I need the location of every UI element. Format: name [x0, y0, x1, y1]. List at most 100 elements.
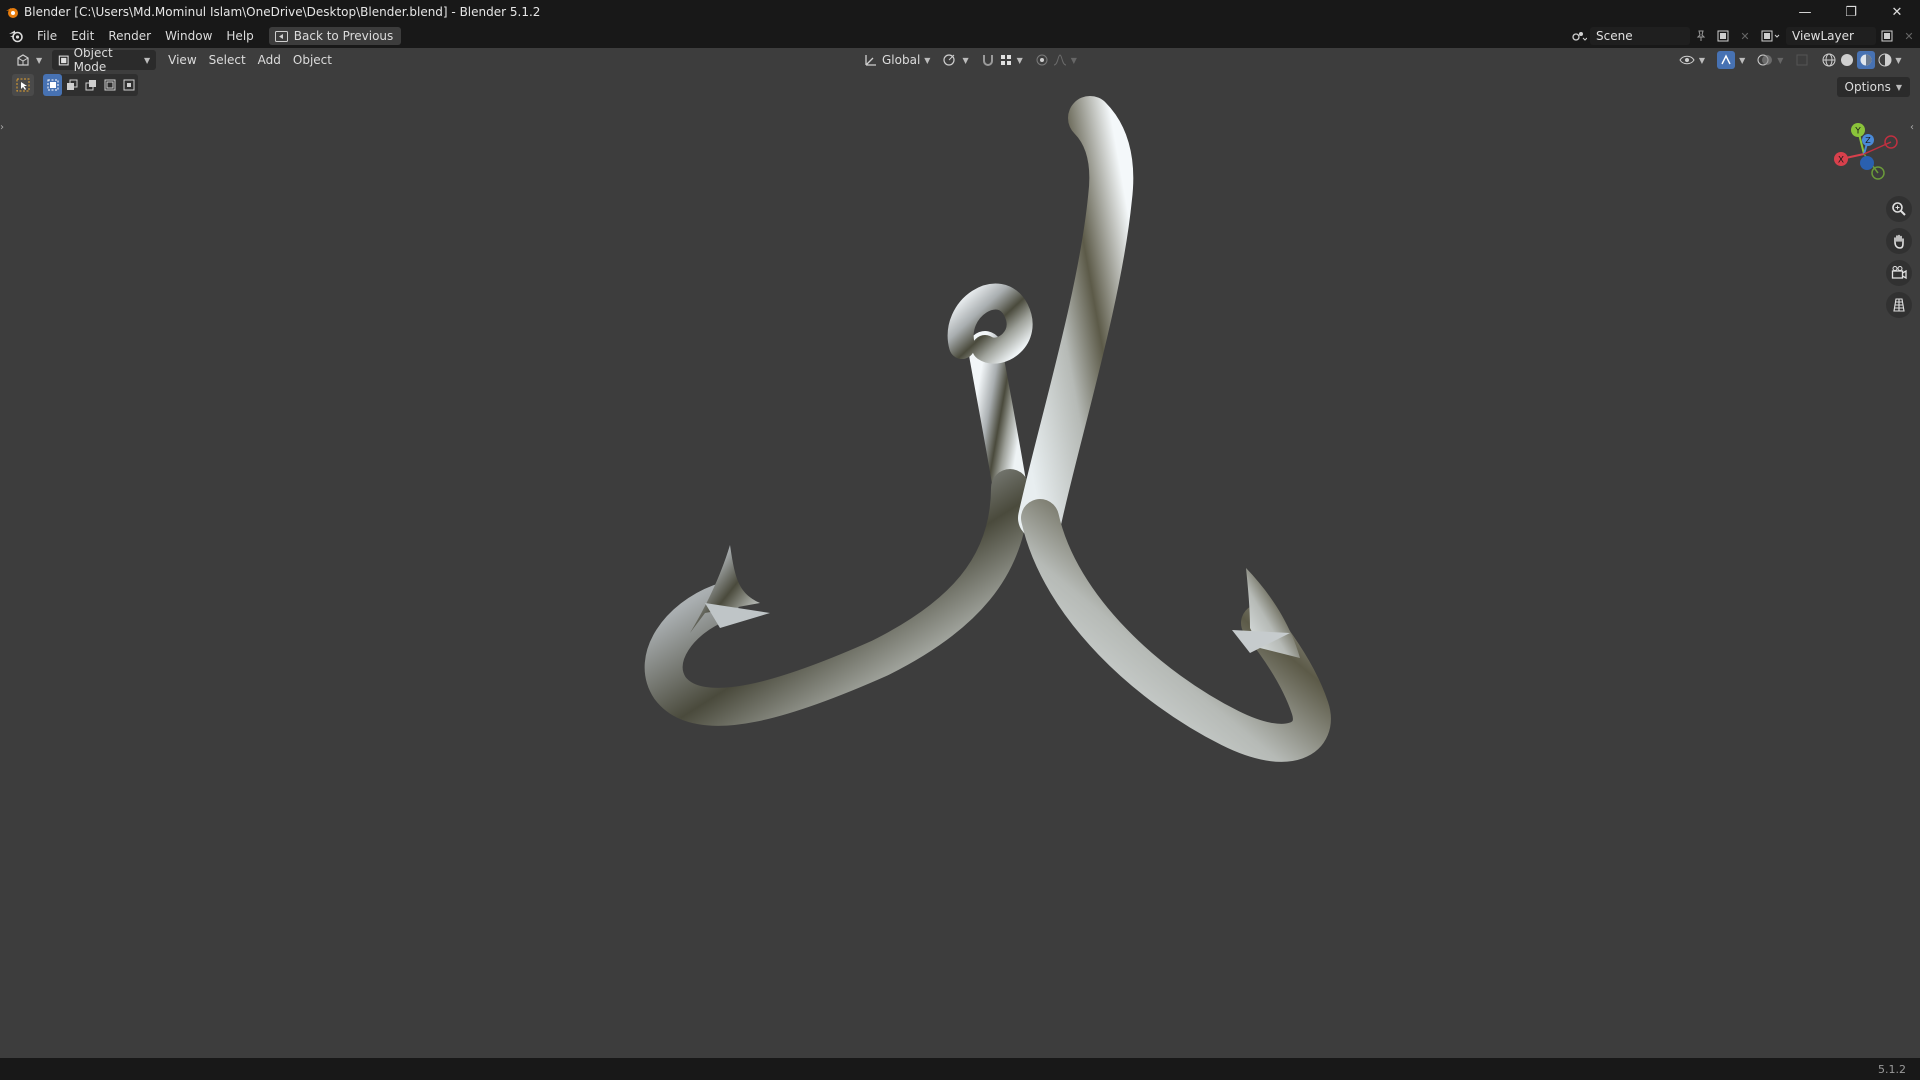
version-label: 5.1.2 [1878, 1062, 1906, 1076]
tool-settings-row [12, 74, 138, 96]
new-scene-icon[interactable] [1712, 27, 1734, 45]
chevron-down-icon: ▼ [1070, 55, 1077, 65]
chevron-down-icon: ▼ [1895, 82, 1902, 92]
zoom-button[interactable] [1886, 196, 1912, 222]
select-invert-icon[interactable] [100, 74, 119, 96]
scene-name: Scene [1596, 29, 1633, 43]
scene-selector-group: Scene ✕ ViewLayer ✕ [1568, 24, 1920, 48]
menu-object[interactable]: Object [287, 50, 338, 70]
view-layer-browse-icon[interactable] [1756, 27, 1786, 45]
maximize-button[interactable]: ❐ [1828, 0, 1874, 24]
menu-select[interactable]: Select [203, 50, 252, 70]
chevron-down-icon: ▼ [924, 55, 931, 65]
3d-viewport[interactable]: ▼ Object Mode ▼ View Select Add Object G… [0, 48, 1920, 1058]
rendered-shading-icon[interactable] [1877, 52, 1893, 68]
material-preview-shading-icon[interactable] [1857, 51, 1876, 69]
gizmo-z-label: Z [1865, 136, 1871, 145]
menu-add[interactable]: Add [252, 50, 287, 70]
object-mode-label: Object Mode [73, 48, 113, 74]
sidebar-toggle-icon[interactable]: ‹ [1910, 122, 1920, 138]
solid-shading-icon[interactable] [1839, 52, 1855, 68]
chevron-down-icon: ▼ [962, 55, 969, 65]
visibility-dropdown[interactable]: ▼ [1673, 50, 1711, 70]
shading-modes: ▼ [1815, 50, 1907, 70]
snap-toggle[interactable]: ▼ [975, 50, 1029, 70]
menu-file[interactable]: File [30, 24, 64, 48]
camera-icon [1891, 266, 1907, 280]
scene-name-field[interactable]: Scene [1590, 27, 1690, 45]
pivot-point-dropdown[interactable]: ▼ [936, 50, 974, 70]
navigation-gizmo[interactable]: Y X Z [1824, 112, 1906, 194]
scene-browse-icon[interactable] [1568, 27, 1590, 45]
close-button[interactable]: ✕ [1874, 0, 1920, 24]
grid-icon [1893, 298, 1905, 312]
wireframe-shading-icon[interactable] [1821, 52, 1837, 68]
select-subtract-icon[interactable] [81, 74, 100, 96]
chevron-down-icon: ▼ [1895, 55, 1902, 65]
overlays-toggle[interactable]: ▼ [1751, 50, 1789, 70]
xray-toggle[interactable] [1789, 50, 1815, 70]
snap-increment-icon [1000, 55, 1011, 65]
options-dropdown[interactable]: Options ▼ [1836, 77, 1910, 97]
editor-type-button[interactable]: ▼ [10, 50, 48, 70]
chevron-down-icon: ▼ [1698, 55, 1706, 65]
gizmo-x-label: X [1838, 156, 1844, 166]
left-hook-eye [947, 283, 1033, 364]
new-view-layer-icon[interactable] [1876, 27, 1898, 45]
gizmo-toggle[interactable]: ▼ [1711, 50, 1751, 70]
window-controls: — ❐ ✕ [1782, 0, 1920, 24]
object-mode-dropdown[interactable]: Object Mode ▼ [52, 48, 157, 74]
menu-help[interactable]: Help [219, 24, 260, 48]
chevron-down-icon: ▼ [1016, 55, 1023, 65]
back-to-previous-button[interactable]: Back to Previous [268, 27, 402, 45]
object-mode-icon [58, 55, 69, 65]
delete-view-layer-icon[interactable]: ✕ [1898, 27, 1920, 45]
select-new-icon[interactable] [43, 74, 62, 96]
menu-window[interactable]: Window [158, 24, 219, 48]
perspective-toggle-button[interactable] [1886, 292, 1912, 318]
view-layer-field[interactable]: ViewLayer [1786, 27, 1876, 45]
select-extend-icon[interactable] [62, 74, 81, 96]
menu-view[interactable]: View [162, 50, 202, 70]
editor-type-icon [17, 54, 29, 66]
gizmo-icon [1717, 51, 1736, 69]
transform-orientation-dropdown[interactable]: Global ▼ [858, 50, 936, 70]
hand-icon [1894, 234, 1904, 249]
right-hook-shank [1018, 96, 1134, 540]
blender-app-icon [0, 0, 24, 24]
falloff-curve-icon [1053, 54, 1066, 66]
left-hook-shank [968, 331, 1027, 505]
select-tool-button[interactable] [12, 74, 34, 96]
camera-view-button[interactable] [1886, 260, 1912, 286]
top-bar: File Edit Render Window Help Back to Pre… [0, 24, 1920, 48]
pivot-point-icon [943, 54, 956, 66]
chevron-down-icon: ▼ [36, 55, 43, 65]
cursor-select-icon [16, 78, 30, 92]
options-label: Options [1844, 80, 1891, 94]
select-intersect-icon[interactable] [119, 74, 138, 96]
back-to-previous-label: Back to Previous [293, 29, 394, 43]
transform-orientation-label: Global [882, 53, 921, 67]
selection-mode-group [43, 74, 138, 96]
status-bar: 5.1.2 [0, 1058, 1920, 1080]
toolbar-toggle-icon[interactable]: › [0, 122, 10, 138]
gizmo-y-label: Y [1854, 127, 1861, 137]
pin-icon[interactable] [1690, 27, 1712, 45]
pan-button[interactable] [1886, 228, 1912, 254]
blender-logo-icon[interactable] [2, 24, 30, 48]
minimize-button[interactable]: — [1782, 0, 1828, 24]
menu-render[interactable]: Render [101, 24, 158, 48]
hook-model-render[interactable] [0, 48, 1920, 1058]
proportional-edit-icon [1036, 54, 1048, 66]
blender-window: Blender [C:\Users\Md.Mominul Islam\OneDr… [0, 0, 1920, 1080]
proportional-edit-toggle[interactable]: ▼ [1029, 50, 1083, 70]
delete-scene-icon[interactable]: ✕ [1734, 27, 1756, 45]
navigation-buttons [1886, 196, 1912, 318]
view-layer-name: ViewLayer [1792, 29, 1854, 43]
chevron-down-icon: ▼ [1739, 55, 1746, 65]
screen-back-icon [274, 30, 288, 42]
window-title: Blender [C:\Users\Md.Mominul Islam\OneDr… [24, 5, 541, 19]
eye-icon [1679, 55, 1695, 65]
zoom-icon [1892, 202, 1906, 216]
menu-edit[interactable]: Edit [64, 24, 101, 48]
